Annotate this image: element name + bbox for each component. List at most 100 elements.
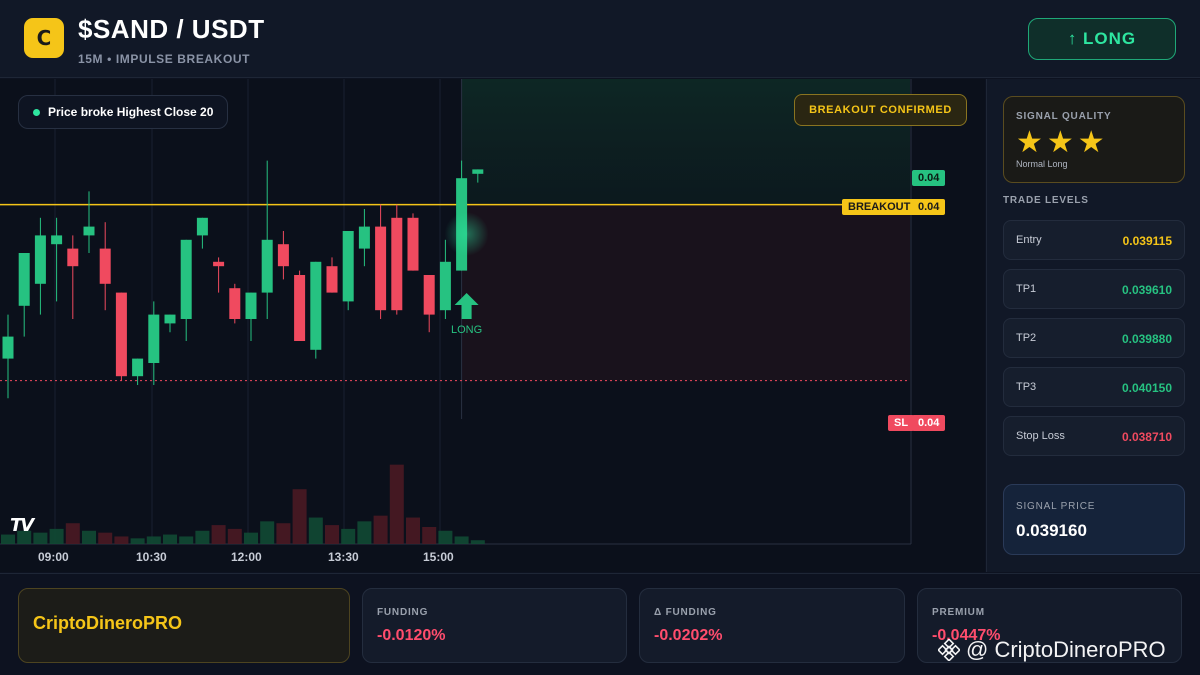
candle-body [277,244,289,267]
volume-bar [163,534,177,544]
level-value: 0.039880 [1121,332,1172,346]
volume-bar [470,540,485,544]
volume-bar [292,489,307,544]
metric-title: FUNDING [377,607,429,618]
breakout-price-tag: 0.04 [912,199,946,215]
metric-value: -0.0120% [377,627,446,644]
volume-bar [373,515,388,544]
long-marker-label: LONG [451,324,482,336]
stop-label-tag: SL [888,415,915,431]
volume-bar [211,525,226,544]
stop-price-tag: 0.04 [912,415,946,431]
time-axis-label: 12:00 [231,550,262,564]
candle-body [472,169,484,174]
trade-level-tp1: TP1 0.039610 [1003,269,1185,309]
volume-bar [195,530,210,544]
candle-body [99,248,111,284]
signal-price-title: SIGNAL PRICE [1016,501,1096,512]
metric-title: PREMIUM [932,607,985,618]
time-axis-label: 10:30 [136,550,167,564]
brand-card: CriptoDineroPRO [18,588,350,663]
level-value: 0.038710 [1121,430,1172,444]
candle-body [213,261,225,267]
price-chart[interactable]: LONG Price broke Highest Close 20 BREAKO… [0,79,985,572]
candle-body [18,253,30,306]
candle-body [358,226,370,249]
volume-bar [65,523,80,544]
candle-body [391,217,403,311]
level-label: TP2 [1016,332,1037,344]
trade-level-tp3: TP3 0.040150 [1003,367,1185,407]
metric-value: -0.0202% [654,627,723,644]
trade-level-tp2: TP2 0.039880 [1003,318,1185,358]
time-axis-label: 09:00 [38,550,69,564]
brand-name: CriptoDineroPRO [33,613,183,633]
long-button[interactable]: ↑ LONG [1028,18,1176,60]
candle-body [439,261,451,311]
pair-subtitle: 15M • IMPULSE BREAKOUT [78,52,251,66]
delta-funding-card: Δ FUNDING -0.0202% [639,588,905,663]
level-label: Stop Loss [1016,430,1065,442]
candle-body [180,239,192,319]
candle-body [261,239,273,293]
tradingview-logo-icon: TV [10,515,34,536]
volume-bar [341,528,356,544]
candle-body [196,217,208,236]
signal-quality-card: SIGNAL QUALITY ★★★ Normal Long [1003,96,1185,183]
candle-body [342,231,354,302]
star-rating-icon: ★★★ [1016,125,1109,160]
candle-body [326,266,338,293]
candle-body [229,288,241,319]
breakout-confirmed-badge: BREAKOUT CONFIRMED [794,94,967,126]
candle-body [294,275,306,341]
volume-bar [389,464,404,544]
signal-dashboard: C $SAND / USDT 15M • IMPULSE BREAKOUT ↑ … [0,0,1200,675]
volume-bar [260,521,275,544]
brand-logo-icon: C [24,18,64,58]
volume-bar [146,536,161,544]
candle-body [83,226,95,236]
metric-title: Δ FUNDING [654,607,717,618]
volume-bar [406,517,420,544]
volume-bar [422,527,437,544]
time-axis-label: 15:00 [423,550,454,564]
candle-body [375,226,387,311]
time-axis-label: 13:30 [328,550,359,564]
candle-body [245,292,257,319]
pair-title: $SAND / USDT [78,14,265,44]
breakout-note-text: Price broke Highest Close 20 [48,105,214,119]
candle-body [148,314,160,363]
volume-bar [454,536,469,544]
signal-quality-subtitle: Normal Long [1016,159,1068,169]
candle-body [423,275,435,315]
candle-body [164,314,176,324]
volume-bar [33,532,48,544]
volume-bar [49,528,64,544]
trade-level-stop-loss: Stop Loss 0.038710 [1003,416,1185,456]
volume-bar [82,530,96,544]
volume-bar [179,536,194,544]
watermark: @ CriptoDineroPRO [938,637,1166,663]
volume-bar [98,532,113,544]
status-dot-icon [33,108,40,116]
candle-body [67,248,79,267]
signal-price-card: SIGNAL PRICE 0.039160 [1003,484,1185,555]
funding-card: FUNDING -0.0120% [362,588,627,663]
level-label: TP3 [1016,381,1037,393]
current-price-tag: 0.04 [912,170,946,186]
candle-body [34,235,46,284]
level-value: 0.040150 [1121,381,1172,395]
volume-bar [357,521,372,544]
breakout-label-tag: BREAKOUT [842,199,917,215]
level-value: 0.039610 [1121,283,1172,297]
candle-body [115,292,127,377]
volume-bar [227,528,242,544]
volume-bar [244,532,258,544]
watermark-text: @ CriptoDineroPRO [966,637,1166,662]
level-label: TP1 [1016,283,1037,295]
volume-bar [325,525,339,544]
chart-canvas: LONG [0,79,912,545]
candle-body [407,217,419,271]
signal-quality-title: SIGNAL QUALITY [1016,111,1112,122]
candle-body [310,261,322,350]
